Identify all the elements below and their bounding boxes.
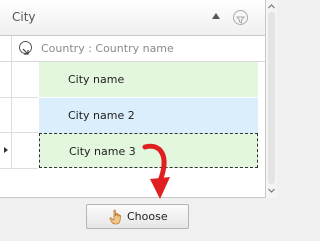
scroll-down-icon[interactable] bbox=[267, 186, 276, 195]
hand-pointer-icon bbox=[109, 209, 122, 225]
table-row[interactable]: City name bbox=[39, 62, 258, 97]
scrollbar-thumb[interactable] bbox=[268, 12, 275, 184]
scroll-up-icon[interactable] bbox=[267, 2, 276, 11]
row-indicator bbox=[0, 62, 12, 98]
table-row[interactable]: City name 2 bbox=[39, 98, 258, 133]
sort-ascending-icon[interactable] bbox=[212, 13, 220, 19]
group-row[interactable]: Country : Country name bbox=[0, 36, 265, 62]
cell-city-name: City name bbox=[68, 73, 125, 86]
group-row-label: Country : Country name bbox=[41, 42, 174, 55]
group-indent bbox=[12, 133, 38, 169]
group-indent bbox=[12, 62, 38, 98]
red-pointer-arrow-icon bbox=[142, 143, 170, 199]
collapse-group-icon[interactable] bbox=[19, 41, 32, 55]
choose-button-label: Choose bbox=[127, 210, 168, 223]
column-header-title: City bbox=[12, 10, 36, 24]
cell-city-name: City name 2 bbox=[68, 109, 135, 122]
current-row-arrow-icon bbox=[4, 147, 8, 153]
group-indent bbox=[12, 98, 38, 133]
vertical-scrollbar[interactable] bbox=[266, 0, 277, 198]
filter-icon[interactable] bbox=[233, 10, 248, 25]
cell-city-name: City name 3 bbox=[69, 145, 136, 158]
choose-button[interactable]: Choose bbox=[86, 204, 189, 229]
column-header[interactable]: City bbox=[0, 0, 265, 36]
row-indicator bbox=[0, 98, 12, 133]
